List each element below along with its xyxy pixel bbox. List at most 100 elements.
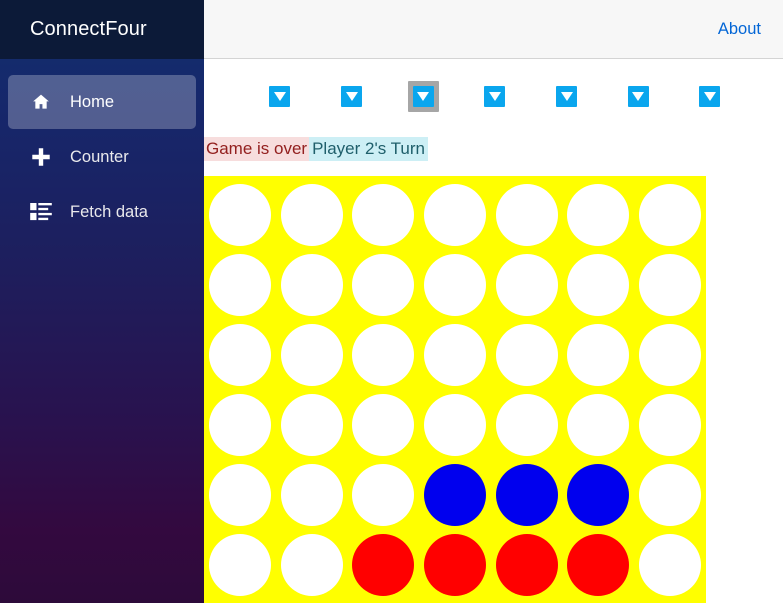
disc-empty (638, 184, 701, 246)
board-cell-r5-c6[interactable] (634, 530, 706, 600)
game-status: Game is over Player 2's Turn (204, 137, 428, 161)
board-cell-r2-c0[interactable] (204, 320, 276, 390)
about-link[interactable]: About (718, 20, 761, 39)
drop-button-plate (269, 86, 291, 107)
drop-button-column-3[interactable] (484, 86, 506, 107)
board-cell-r2-c1[interactable] (276, 320, 348, 390)
sidebar-item-fetch-data[interactable]: Fetch data (8, 185, 196, 239)
board-row (204, 530, 706, 600)
disc-player1 (495, 534, 558, 596)
game-content: Game is over Player 2's Turn (204, 59, 783, 603)
status-game-over: Game is over (204, 137, 310, 161)
brand-bar: ConnectFour (0, 0, 204, 59)
board-cell-r3-c2[interactable] (347, 390, 419, 460)
drop-column-cell-3 (459, 81, 531, 112)
board-cell-r3-c1[interactable] (276, 390, 348, 460)
board-cell-r4-c6[interactable] (634, 460, 706, 530)
board-cell-r5-c1[interactable] (276, 530, 348, 600)
board-cell-r4-c0[interactable] (204, 460, 276, 530)
sidebar-item-home[interactable]: Home (8, 75, 196, 129)
drop-button-row (244, 81, 746, 112)
drop-button-plate (627, 86, 649, 107)
disc-empty (567, 184, 630, 246)
board-cell-r2-c6[interactable] (634, 320, 706, 390)
top-bar: About (204, 0, 783, 59)
board-row (204, 390, 706, 460)
board-cell-r3-c0[interactable] (204, 390, 276, 460)
drop-button-plate (341, 86, 363, 107)
drop-button-column-2[interactable] (412, 86, 434, 107)
board-cell-r1-c6[interactable] (634, 250, 706, 320)
app-brand-title: ConnectFour (30, 18, 147, 40)
board-cell-r1-c3[interactable] (419, 250, 491, 320)
board-cell-r4-c2[interactable] (347, 460, 419, 530)
disc-empty (567, 394, 630, 456)
board-cell-r3-c6[interactable] (634, 390, 706, 460)
board-cell-r4-c5[interactable] (562, 460, 634, 530)
board-cell-r4-c3[interactable] (419, 460, 491, 530)
sidebar-nav: Home Counter Fetch data (0, 59, 204, 239)
board-cell-r0-c1[interactable] (276, 180, 348, 250)
sidebar-item-label: Fetch data (70, 202, 148, 221)
disc-empty (280, 254, 343, 316)
board-cell-r2-c3[interactable] (419, 320, 491, 390)
board-cell-r5-c2[interactable] (347, 530, 419, 600)
board-cell-r2-c5[interactable] (562, 320, 634, 390)
disc-empty (495, 394, 558, 456)
disc-empty (280, 534, 343, 596)
board-cell-r0-c6[interactable] (634, 180, 706, 250)
board-cell-r2-c2[interactable] (347, 320, 419, 390)
disc-empty (280, 394, 343, 456)
disc-empty (495, 184, 558, 246)
disc-empty (638, 394, 701, 456)
main-column: About Game is over Player 2's Turn (204, 0, 783, 603)
drop-column-cell-5 (602, 81, 674, 112)
board-cell-r3-c4[interactable] (491, 390, 563, 460)
board-cell-r3-c5[interactable] (562, 390, 634, 460)
disc-empty (208, 534, 271, 596)
board-cell-r1-c4[interactable] (491, 250, 563, 320)
board-cell-r5-c5[interactable] (562, 530, 634, 600)
drop-button-column-4[interactable] (556, 86, 578, 107)
sidebar-item-label: Home (70, 92, 115, 111)
disc-empty (638, 324, 701, 386)
board-row (204, 320, 706, 390)
disc-empty (280, 324, 343, 386)
drop-button-column-5[interactable] (627, 86, 649, 107)
board-cell-r4-c4[interactable] (491, 460, 563, 530)
board-row (204, 250, 706, 320)
board-cell-r0-c5[interactable] (562, 180, 634, 250)
board-cell-r1-c5[interactable] (562, 250, 634, 320)
drop-button-column-1[interactable] (341, 86, 363, 107)
sidebar-item-counter[interactable]: Counter (8, 130, 196, 184)
drop-button-column-6[interactable] (699, 86, 721, 107)
board-cell-r5-c3[interactable] (419, 530, 491, 600)
board-cell-r5-c4[interactable] (491, 530, 563, 600)
board-cell-r3-c3[interactable] (419, 390, 491, 460)
drop-button-column-0[interactable] (269, 86, 291, 107)
disc-empty (352, 394, 415, 456)
board-cell-r0-c0[interactable] (204, 180, 276, 250)
disc-empty (208, 394, 271, 456)
board-cell-r1-c1[interactable] (276, 250, 348, 320)
board-cell-r1-c2[interactable] (347, 250, 419, 320)
chevron-down-icon (632, 92, 645, 101)
board-cell-r0-c4[interactable] (491, 180, 563, 250)
board-row (204, 460, 706, 530)
drop-button-plate (484, 86, 506, 107)
board-cell-r1-c0[interactable] (204, 250, 276, 320)
board-cell-r0-c2[interactable] (347, 180, 419, 250)
board-cell-r5-c0[interactable] (204, 530, 276, 600)
disc-player1 (423, 534, 486, 596)
board-cell-r4-c1[interactable] (276, 460, 348, 530)
chevron-down-icon (703, 92, 716, 101)
chevron-down-icon (560, 92, 573, 101)
disc-empty (280, 464, 343, 526)
drop-column-cell-6 (674, 81, 746, 112)
sidebar-item-label: Counter (70, 147, 129, 166)
board-cell-r0-c3[interactable] (419, 180, 491, 250)
disc-player2 (423, 464, 486, 526)
board-cell-r2-c4[interactable] (491, 320, 563, 390)
chevron-down-icon (488, 92, 501, 101)
drop-button-plate (699, 86, 721, 107)
